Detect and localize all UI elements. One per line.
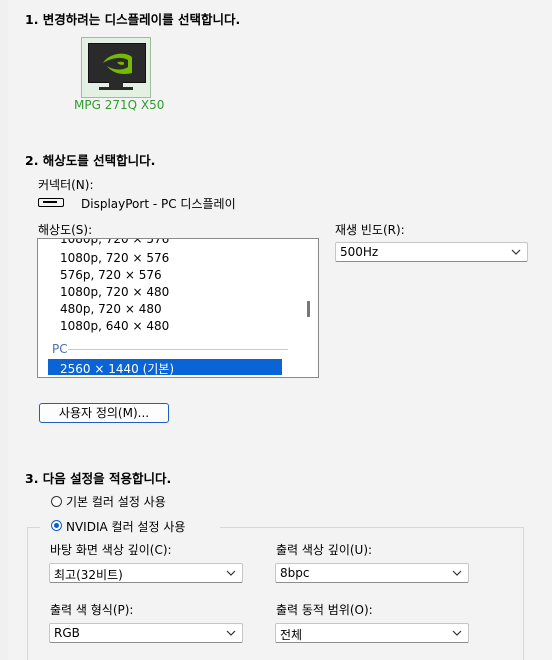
chevron-down-icon: [226, 630, 236, 636]
list-item-selected[interactable]: 2560 × 1440 (기본): [48, 359, 282, 376]
desktop-depth-value: 최고(32비트): [54, 568, 123, 582]
section3-title: 3. 다음 설정을 적용합니다.: [25, 471, 172, 486]
output-depth-label: 출력 색상 깊이(U):: [276, 543, 373, 557]
list-item[interactable]: 576p, 720 × 576: [60, 268, 162, 282]
output-depth-dropdown[interactable]: 8bpc: [275, 563, 469, 583]
resolution-label: 해상도(S):: [38, 223, 93, 237]
customize-button[interactable]: 사용자 정의(M)...: [39, 403, 169, 423]
radio-nvidia-color[interactable]: [51, 520, 62, 531]
display-name[interactable]: MPG 271Q X50: [74, 98, 164, 112]
monitor-base: [99, 87, 133, 90]
dynamic-range-value: 전체: [280, 628, 303, 642]
list-item[interactable]: 1080p, 720 × 480: [60, 285, 169, 299]
output-format-dropdown[interactable]: RGB: [49, 623, 243, 643]
section2-title: 2. 해상도를 선택합니다.: [25, 153, 156, 168]
list-item[interactable]: 480p, 720 × 480: [60, 302, 162, 316]
connector-label: 커넥터(N):: [38, 178, 94, 192]
list-item[interactable]: 1080p, 640 × 480: [60, 319, 169, 333]
selected-resolution: 2560 × 1440 (기본): [60, 362, 175, 376]
list-item[interactable]: 1080p, 720 × 576: [60, 239, 169, 246]
monitor-icon: [88, 43, 146, 83]
section1-title: 1. 변경하려는 디스플레이를 선택합니다.: [25, 12, 241, 27]
list-item[interactable]: 1080p, 720 × 576: [60, 251, 169, 265]
dynamic-range-label: 출력 동적 범위(O):: [276, 603, 373, 617]
nvidia-logo-icon: [103, 53, 132, 75]
output-format-label: 출력 색 형식(P):: [50, 603, 134, 617]
radio-default-color-label[interactable]: 기본 컬러 설정 사용: [66, 493, 166, 510]
radio-default-color[interactable]: [51, 496, 62, 507]
output-depth-value: 8bpc: [280, 566, 310, 580]
chevron-down-icon: [452, 570, 462, 576]
refresh-label: 재생 빈도(R):: [335, 223, 405, 237]
desktop-depth-dropdown[interactable]: 최고(32비트): [49, 563, 243, 583]
connector-value: DisplayPort - PC 디스플레이: [81, 197, 236, 211]
chevron-down-icon: [511, 249, 521, 255]
chevron-down-icon: [452, 630, 462, 636]
group-divider: [68, 349, 288, 350]
refresh-rate-value: 500Hz: [340, 245, 379, 259]
chevron-down-icon: [226, 570, 236, 576]
scrollbar-thumb[interactable]: [307, 301, 310, 317]
list-group-header: PC: [52, 342, 68, 356]
resolution-list[interactable]: 1080p, 720 × 576 1080p, 720 × 576 576p, …: [37, 238, 319, 378]
radio-nvidia-color-label[interactable]: NVIDIA 컬러 설정 사용: [66, 518, 185, 535]
display-tile[interactable]: [81, 37, 151, 98]
output-format-value: RGB: [54, 626, 80, 640]
dynamic-range-dropdown[interactable]: 전체: [275, 623, 469, 643]
desktop-depth-label: 바탕 화면 색상 깊이(C):: [50, 543, 172, 557]
displayport-icon: [38, 198, 64, 207]
refresh-rate-dropdown[interactable]: 500Hz: [335, 242, 528, 262]
